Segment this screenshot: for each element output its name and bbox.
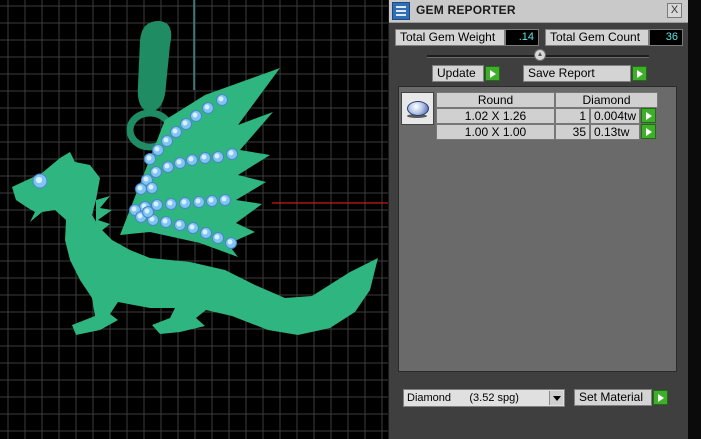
save-report-button[interactable]: Save Report [523,65,631,82]
gem-highlight [214,234,220,240]
gem-highlight [162,218,168,224]
update-play-icon[interactable] [485,66,500,81]
gem-count-cell: 35 [555,124,590,140]
gem-highlight [146,155,152,161]
gem-highlight [192,112,198,118]
gem-row-select-icon[interactable] [641,124,656,139]
gem-highlight [189,224,195,230]
gem-highlight [163,137,169,143]
panel-titlebar[interactable]: GEM REPORTER X [389,0,688,23]
gem-highlight [137,213,143,219]
gem-highlight [227,239,233,245]
gem-highlight [164,163,170,169]
gem-weight-cell: 0.13tw [590,124,640,140]
gem-highlight [152,168,158,174]
total-gem-count-label: Total Gem Count [545,29,649,46]
close-button[interactable]: X [667,3,682,18]
gem-highlight [144,208,150,214]
gem-highlight [181,199,187,205]
gem-highlight [148,184,154,190]
panel-slider-knob[interactable] [534,49,546,61]
gem-highlight [221,196,227,202]
total-gem-weight-label: Total Gem Weight [395,29,505,46]
gem-highlight [137,185,143,191]
gem-highlight [143,176,149,182]
update-button[interactable]: Update [432,65,484,82]
gem-material-header: Diamond [555,92,658,108]
gem-row-select-icon[interactable] [641,108,656,123]
total-gem-count-value: 36 [649,29,683,46]
gem-size-cell: 1.00 X 1.00 [436,124,555,140]
gem-reporter-panel: GEM REPORTER X Total Gem Weight .14 Tota… [388,0,688,439]
gem-highlight [204,104,210,110]
gem-highlight [176,221,182,227]
gem-cut-header: Round [436,92,555,108]
gem-size-cell: 1.02 X 1.26 [436,108,555,124]
gem-highlight [131,206,137,212]
gem-highlight [195,198,201,204]
gem-highlight [154,146,160,152]
round-diamond-gem-icon[interactable] [401,92,434,125]
gem-highlight [172,128,178,134]
gem-highlight [228,150,234,156]
gem-highlight [218,96,224,102]
gem-reporter-app-icon [392,2,410,20]
gem-highlight [182,120,188,126]
gem-highlight [176,159,182,165]
save-report-play-icon[interactable] [632,66,647,81]
panel-title: GEM REPORTER [416,3,516,17]
gem-list-area[interactable]: Round Diamond 1.02 X 1.26 1 0.004tw 1.00… [398,86,677,372]
pendant-bail [137,20,172,113]
gem-highlight [153,201,159,207]
material-select-value: Diamond (3.52 spg) [407,392,519,404]
gem-highlight [208,197,214,203]
gem-highlight [35,176,43,184]
set-material-button[interactable]: Set Material [574,389,652,406]
gem-highlight [201,154,207,160]
gem-highlight [188,156,194,162]
total-gem-weight-value: .14 [505,29,539,46]
material-select[interactable]: Diamond (3.52 spg) [403,389,565,407]
chevron-down-icon[interactable] [549,391,563,405]
set-material-play-icon[interactable] [653,390,668,405]
gem-highlight [214,153,220,159]
gem-weight-cell: 0.004tw [590,108,640,124]
gem-count-cell: 1 [555,108,590,124]
gem-highlight [167,200,173,206]
gem-highlight [202,229,208,235]
panel-shadow [687,0,701,439]
